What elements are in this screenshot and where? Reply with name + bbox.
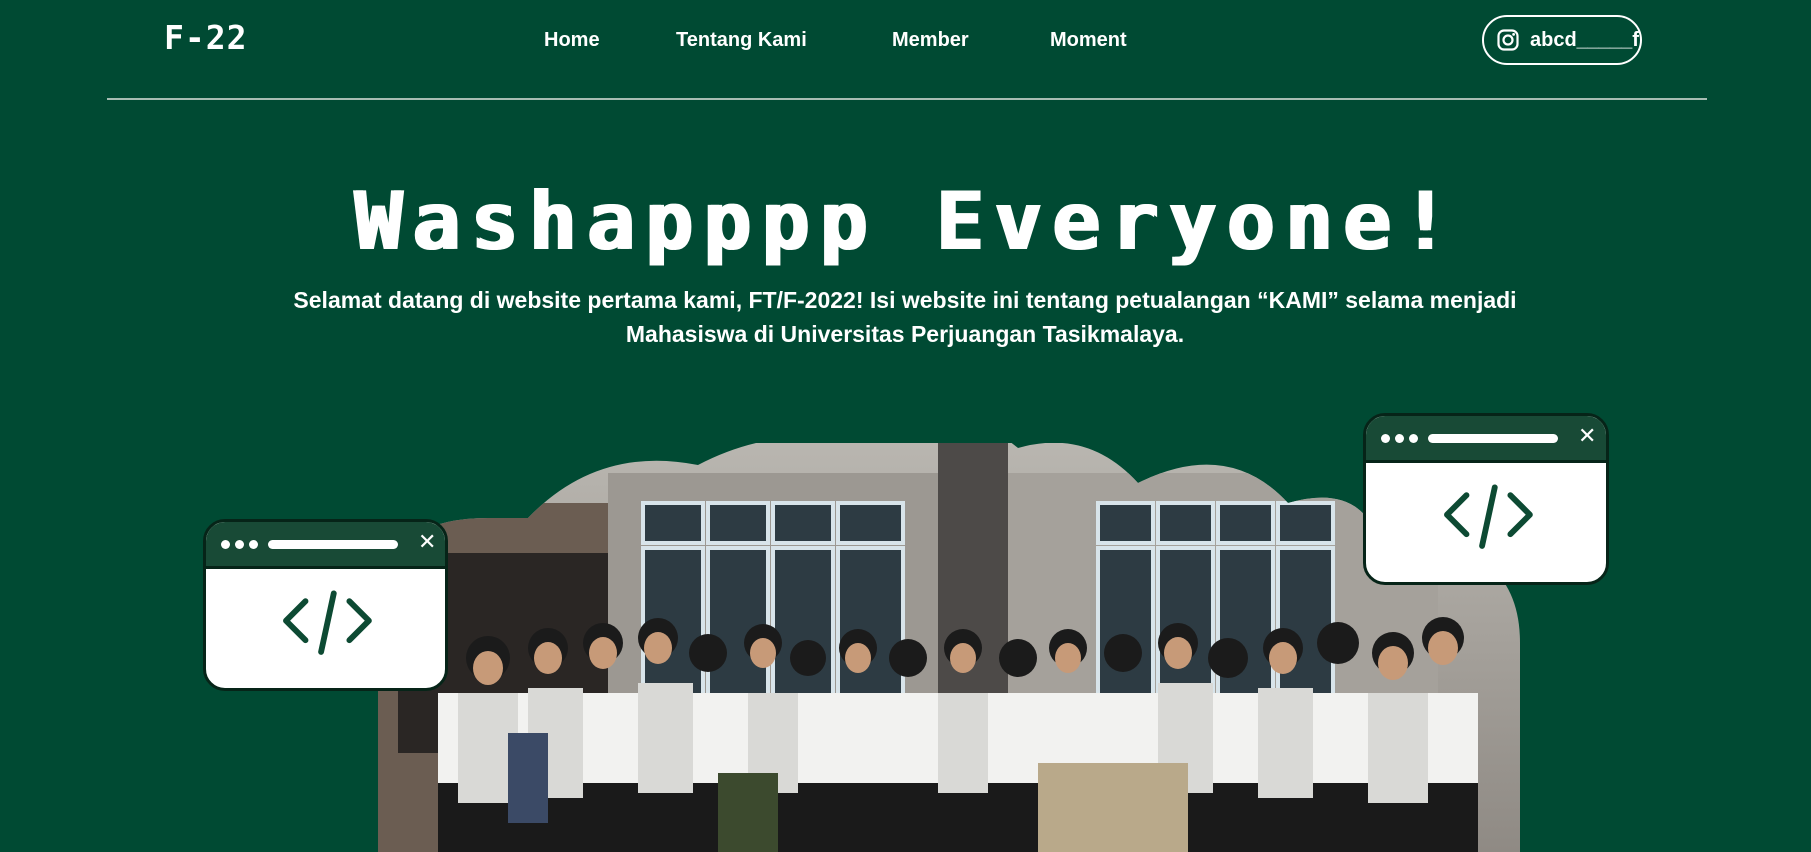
nav-moment[interactable]: Moment: [1050, 29, 1127, 52]
window-dot-icon: [249, 540, 258, 549]
close-icon: ✕: [418, 530, 437, 555]
close-icon: ✕: [1578, 424, 1597, 449]
instagram-icon: [1497, 29, 1519, 51]
header-divider: [107, 98, 1707, 100]
window-dot-icon: [235, 540, 244, 549]
window-dot-icon: [1409, 434, 1418, 443]
hero-subtitle-line-1: Selamat datang di website pertama kami, …: [293, 287, 1517, 313]
code-window-left: ✕: [203, 519, 448, 691]
code-window-titlebar: ✕: [206, 522, 445, 569]
window-dot-icon: [221, 540, 230, 549]
nav-member[interactable]: Member: [892, 29, 969, 52]
window-address-bar: [1428, 434, 1558, 443]
code-window-titlebar: ✕: [1366, 416, 1606, 463]
code-window-right: ✕: [1363, 413, 1609, 585]
code-icon: [283, 590, 372, 655]
window-dot-icon: [1395, 434, 1404, 443]
group-photo: [378, 443, 1520, 852]
window-address-bar: [268, 540, 398, 549]
hero-title: Washapppp Everyone!: [352, 175, 1459, 268]
instagram-button[interactable]: abcd_____f: [1482, 15, 1642, 65]
window-dot-icon: [1381, 434, 1390, 443]
nav-tentang-kami[interactable]: Tentang Kami: [676, 29, 807, 52]
code-icon: [1444, 484, 1533, 549]
nav-home[interactable]: Home: [544, 29, 600, 52]
hero-subtitle-line-2: Mahasiswa di Universitas Perjuangan Tasi…: [625, 321, 1185, 347]
instagram-handle: abcd_____f: [1530, 28, 1639, 51]
hero-subtitle: Selamat datang di website pertama kami, …: [205, 283, 1605, 351]
